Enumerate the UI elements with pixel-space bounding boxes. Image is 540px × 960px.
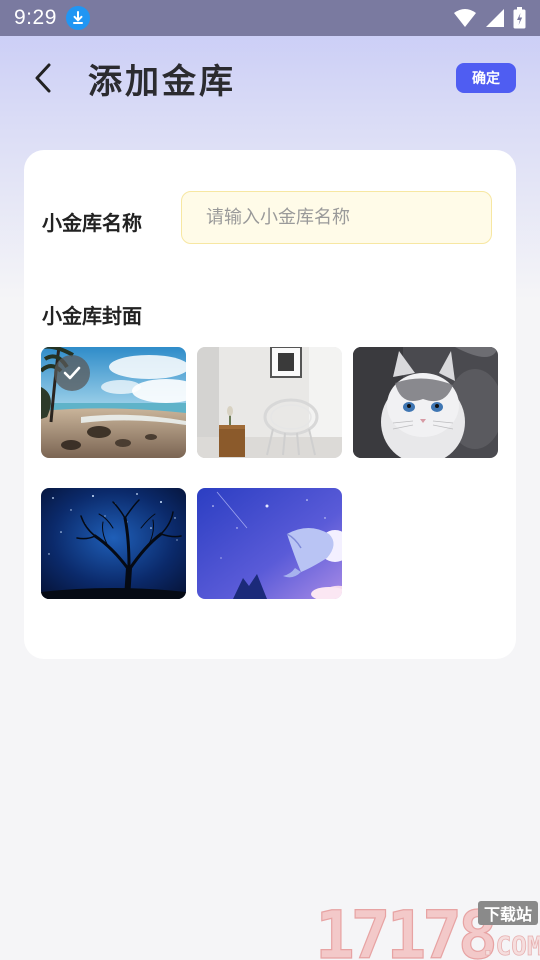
- page-title: 添加金库: [88, 62, 236, 102]
- battery-icon: [513, 7, 526, 29]
- cover-label: 小金库封面: [42, 304, 142, 328]
- watermark-domain: .COM: [480, 932, 540, 960]
- name-input[interactable]: [181, 191, 492, 244]
- status-bar: 9:29: [0, 0, 540, 36]
- form-card: 小金库名称 小金库封面: [24, 150, 516, 659]
- back-button[interactable]: [28, 60, 58, 96]
- selected-check-icon: [54, 355, 90, 391]
- status-icons: [453, 7, 526, 29]
- watermark-number: 17178: [315, 898, 494, 960]
- download-icon: [65, 6, 90, 30]
- header: 添加金库 确定: [0, 36, 540, 124]
- name-label: 小金库名称: [42, 211, 142, 235]
- chevron-left-icon: [35, 63, 51, 93]
- status-time: 9:29: [14, 6, 57, 29]
- wifi-icon: [454, 9, 476, 27]
- cover-option-chair[interactable]: [197, 347, 342, 458]
- watermark-tag: 下载站: [484, 905, 532, 924]
- cover-option-beach[interactable]: [41, 347, 186, 458]
- watermark-logo: 17178 下载站 .COM: [314, 896, 540, 960]
- cover-option-night-tree[interactable]: [41, 488, 186, 599]
- signal-icon: [486, 9, 504, 27]
- cover-option-cat[interactable]: [353, 347, 498, 458]
- confirm-button[interactable]: 确定: [456, 63, 516, 93]
- cover-option-whale[interactable]: [197, 488, 342, 599]
